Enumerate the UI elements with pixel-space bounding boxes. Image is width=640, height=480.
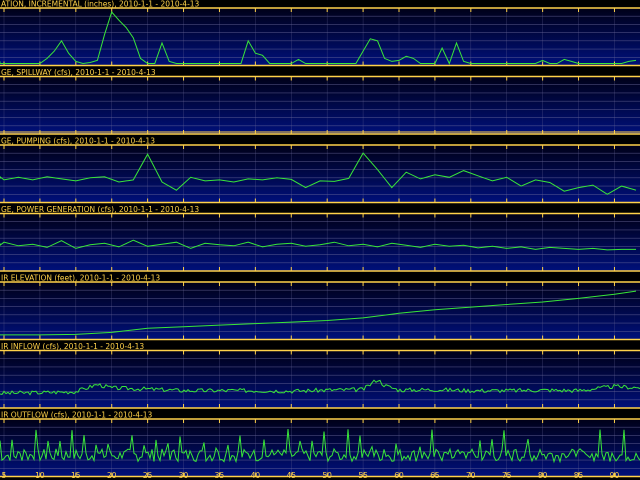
x-tick-label: 60 xyxy=(394,471,404,480)
x-tick-label: 45 xyxy=(286,471,296,480)
chart-panel-1: ATION, INCREMENTAL (inches), 2010-1-1 - … xyxy=(0,0,640,67)
x-tick-label: 65 xyxy=(430,471,440,480)
x-tick-label: 55 xyxy=(358,471,368,480)
x-tick-label: 15 xyxy=(71,471,81,480)
panel-title: GE, SPILLWAY (cfs), 2010-1-1 - 2010-4-13 xyxy=(1,68,156,77)
x-tick-label: 5 xyxy=(2,471,7,480)
chart-panel-2: GE, SPILLWAY (cfs), 2010-1-1 - 2010-4-13 xyxy=(0,68,640,135)
x-tick-label: 40 xyxy=(251,471,261,480)
chart-panel-5: IR ELEVATION (feet), 2010-1-1 - 2010-4-1… xyxy=(0,274,640,341)
panel-background xyxy=(0,213,640,271)
panel-background xyxy=(0,76,640,134)
x-tick-label: 30 xyxy=(179,471,189,480)
chart-stage: ATION, INCREMENTAL (inches), 2010-1-1 - … xyxy=(0,0,640,480)
x-tick-label: 35 xyxy=(215,471,225,480)
chart-panel-4: GE, POWER GENERATION (cfs), 2010-1-1 - 2… xyxy=(0,205,640,272)
panel-title: IR ELEVATION (feet), 2010-1-1 - 2010-4-1… xyxy=(1,274,160,283)
x-tick-label: 90 xyxy=(610,471,620,480)
x-tick-label: 10 xyxy=(35,471,45,480)
chart-panel-7: IR OUTFLOW (cfs), 2010-1-1 - 2010-4-13 xyxy=(0,411,640,478)
x-tick-label: 75 xyxy=(502,471,512,480)
panel-background xyxy=(0,282,640,340)
panel-title: GE, PUMPING (cfs), 2010-1-1 - 2010-4-13 xyxy=(1,137,155,146)
x-tick-label: 25 xyxy=(143,471,153,480)
panel-background xyxy=(0,145,640,203)
chart-panel-3: GE, PUMPING (cfs), 2010-1-1 - 2010-4-13 xyxy=(0,137,640,204)
panel-title: ATION, INCREMENTAL (inches), 2010-1-1 - … xyxy=(1,0,200,9)
x-tick-label: 80 xyxy=(538,471,548,480)
stacked-timeseries-chart: ATION, INCREMENTAL (inches), 2010-1-1 - … xyxy=(0,0,640,480)
panel-title: IR OUTFLOW (cfs), 2010-1-1 - 2010-4-13 xyxy=(1,411,153,420)
panel-title: GE, POWER GENERATION (cfs), 2010-1-1 - 2… xyxy=(1,205,199,214)
panel-background xyxy=(0,350,640,408)
x-tick-label: 85 xyxy=(574,471,584,480)
x-tick-label: 50 xyxy=(322,471,332,480)
panel-title: IR INFLOW (cfs), 2010-1-1 - 2010-4-13 xyxy=(1,342,144,351)
panel-background xyxy=(0,8,640,66)
chart-panel-6: IR INFLOW (cfs), 2010-1-1 - 2010-4-13 xyxy=(0,342,640,409)
x-tick-label: 20 xyxy=(107,471,117,480)
x-tick-label: 70 xyxy=(466,471,476,480)
